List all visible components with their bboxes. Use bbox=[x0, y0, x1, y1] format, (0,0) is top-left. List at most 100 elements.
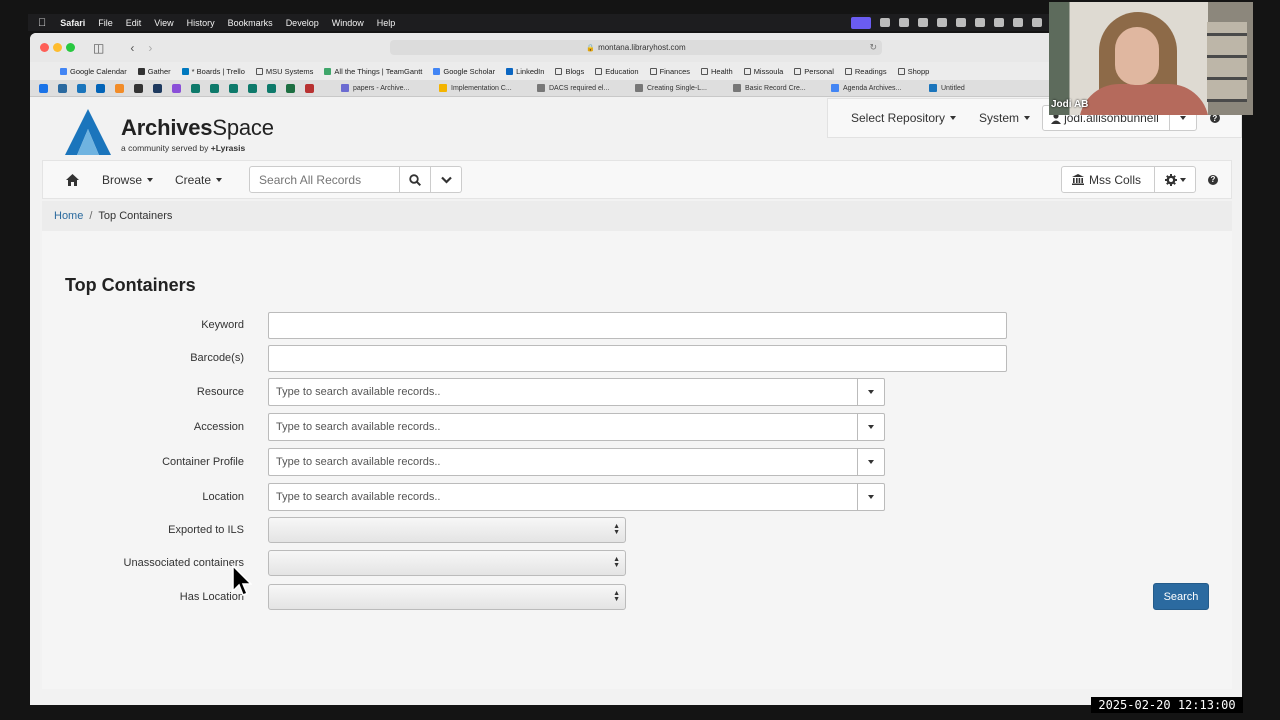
folder-icon bbox=[555, 67, 563, 75]
location-input[interactable]: Type to search available records.. bbox=[268, 483, 858, 511]
search-button[interactable]: Search bbox=[1153, 583, 1209, 610]
settings-dropdown[interactable] bbox=[1155, 167, 1195, 192]
main-navbar: Browse Create Mss Colls bbox=[42, 160, 1232, 199]
tab-papers[interactable]: papers - Archive... bbox=[333, 84, 431, 92]
bookmark-item[interactable]: LinkedIn bbox=[506, 67, 544, 76]
minimize-window-button[interactable] bbox=[53, 43, 62, 52]
bookmark-folder[interactable]: MSU Systems bbox=[255, 67, 313, 76]
bookmark-folder[interactable]: Readings bbox=[844, 67, 887, 76]
tab-dacs[interactable]: DACS required el... bbox=[529, 84, 627, 92]
container-profile-dropdown-button[interactable] bbox=[858, 448, 885, 476]
browse-dropdown[interactable]: Browse bbox=[102, 173, 154, 187]
help-icon[interactable]: ? bbox=[1208, 174, 1218, 185]
menu-help[interactable]: Help bbox=[377, 18, 396, 28]
pinned-tab[interactable] bbox=[205, 83, 224, 93]
accession-input[interactable]: Type to search available records.. bbox=[268, 413, 858, 441]
caret-down-icon bbox=[868, 390, 874, 394]
advanced-search-toggle[interactable] bbox=[431, 166, 463, 193]
has-location-select[interactable]: ▲ ▼ bbox=[268, 584, 626, 610]
bookmark-item[interactable]: All the Things | TeamGantt bbox=[324, 67, 422, 76]
zoom-window-button[interactable] bbox=[66, 43, 75, 52]
cloud-icon[interactable] bbox=[899, 18, 909, 27]
bookmark-folder[interactable]: Missoula bbox=[743, 67, 783, 76]
bookmark-folder[interactable]: Blogs bbox=[555, 67, 584, 76]
bookmark-folder[interactable]: Shopp bbox=[897, 67, 929, 76]
pinned-tab[interactable] bbox=[72, 83, 91, 93]
close-window-button[interactable] bbox=[40, 43, 49, 52]
camera-icon[interactable] bbox=[880, 18, 890, 27]
search-all-records-input[interactable] bbox=[249, 166, 401, 193]
volume-icon[interactable] bbox=[975, 18, 985, 27]
repository-button[interactable]: Mss Colls bbox=[1062, 167, 1155, 192]
unassociated-select[interactable]: ▲ ▼ bbox=[268, 550, 626, 576]
breadcrumb-home-link[interactable]: Home bbox=[54, 210, 83, 222]
pinned-tab[interactable] bbox=[300, 83, 319, 93]
forward-icon[interactable]: › bbox=[148, 41, 152, 55]
back-icon[interactable]: ‹ bbox=[130, 41, 134, 55]
pinned-tab[interactable] bbox=[186, 83, 205, 93]
pinned-tab[interactable] bbox=[224, 83, 243, 93]
battery-icon[interactable] bbox=[1013, 18, 1023, 27]
bookmark-folder[interactable]: Finances bbox=[649, 67, 690, 76]
pinned-tab[interactable] bbox=[34, 83, 53, 93]
system-dropdown[interactable]: System bbox=[979, 111, 1031, 125]
resource-dropdown-button[interactable] bbox=[858, 378, 885, 406]
bookmark-folder[interactable]: Health bbox=[701, 67, 733, 76]
bookmark-folder[interactable]: Personal bbox=[794, 67, 834, 76]
bluetooth-icon[interactable] bbox=[994, 18, 1004, 27]
barcode-input[interactable] bbox=[268, 344, 1007, 372]
tab-creating-single[interactable]: Creating Single-L... bbox=[627, 84, 725, 92]
create-dropdown[interactable]: Create bbox=[175, 173, 223, 187]
record-icon[interactable] bbox=[956, 18, 966, 27]
tab-agenda[interactable]: Agenda Archives... bbox=[823, 84, 921, 92]
menu-edit[interactable]: Edit bbox=[126, 18, 142, 28]
bookmark-item[interactable]: Gather bbox=[137, 67, 171, 76]
repository-button-group: Mss Colls bbox=[1060, 166, 1196, 193]
reload-icon[interactable]: ↻ bbox=[869, 42, 877, 53]
select-repository-dropdown[interactable]: Select Repository bbox=[851, 111, 957, 125]
tab-implementation[interactable]: Implementation C... bbox=[431, 84, 529, 92]
container-profile-input[interactable]: Type to search available records.. bbox=[268, 448, 858, 476]
wifi-icon[interactable] bbox=[1032, 18, 1042, 27]
pinned-tab[interactable] bbox=[148, 83, 167, 93]
menu-develop[interactable]: Develop bbox=[286, 18, 319, 28]
keyword-label: Keyword bbox=[201, 319, 244, 331]
pinned-tab[interactable] bbox=[129, 83, 148, 93]
screen-share-icon[interactable] bbox=[851, 16, 871, 29]
folder-icon bbox=[649, 67, 657, 75]
exported-select[interactable]: ▲ ▼ bbox=[268, 517, 626, 543]
address-bar[interactable]: 🔒 montana.libraryhost.com ↻ bbox=[390, 40, 882, 55]
location-dropdown-button[interactable] bbox=[858, 483, 885, 511]
notes-icon[interactable] bbox=[918, 18, 928, 27]
tab-basic-record[interactable]: Basic Record Cre... bbox=[725, 84, 823, 92]
accession-dropdown-button[interactable] bbox=[858, 413, 885, 441]
home-button[interactable] bbox=[66, 173, 80, 186]
media-icon[interactable] bbox=[937, 18, 947, 27]
pinned-tab[interactable] bbox=[262, 83, 281, 93]
bookmark-item[interactable]: Google Scholar bbox=[433, 67, 495, 76]
pinned-tab[interactable] bbox=[53, 83, 72, 93]
keyword-input[interactable] bbox=[268, 311, 1007, 339]
menu-window[interactable]: Window bbox=[332, 18, 364, 28]
menu-file[interactable]: File bbox=[98, 18, 113, 28]
menu-app-safari[interactable]: Safari bbox=[60, 18, 85, 28]
pinned-tab[interactable] bbox=[281, 83, 300, 93]
pinned-tab[interactable] bbox=[110, 83, 129, 93]
archivesspace-logo[interactable]: ArchivesSpace a community served by +Lyr… bbox=[63, 107, 274, 157]
bookmark-item[interactable]: * Boards | Trello bbox=[181, 67, 245, 76]
google-icon bbox=[635, 84, 643, 92]
pinned-tab[interactable] bbox=[91, 83, 110, 93]
resource-input[interactable]: Type to search available records.. bbox=[268, 378, 858, 406]
search-submit-button[interactable] bbox=[400, 166, 432, 193]
pinned-tab[interactable] bbox=[167, 83, 186, 93]
sidebar-icon[interactable]: ◫ bbox=[93, 41, 104, 55]
user-menu-toggle[interactable] bbox=[1170, 116, 1196, 120]
menu-history[interactable]: History bbox=[187, 18, 215, 28]
menu-view[interactable]: View bbox=[154, 18, 173, 28]
bookmark-folder[interactable]: Education bbox=[595, 67, 639, 76]
bookmark-item[interactable]: Google Calendar bbox=[60, 67, 127, 76]
apple-icon[interactable]:  bbox=[38, 17, 46, 29]
pinned-tab[interactable] bbox=[243, 83, 262, 93]
tab-untitled[interactable]: Untitled bbox=[921, 84, 1019, 92]
menu-bookmarks[interactable]: Bookmarks bbox=[228, 18, 273, 28]
